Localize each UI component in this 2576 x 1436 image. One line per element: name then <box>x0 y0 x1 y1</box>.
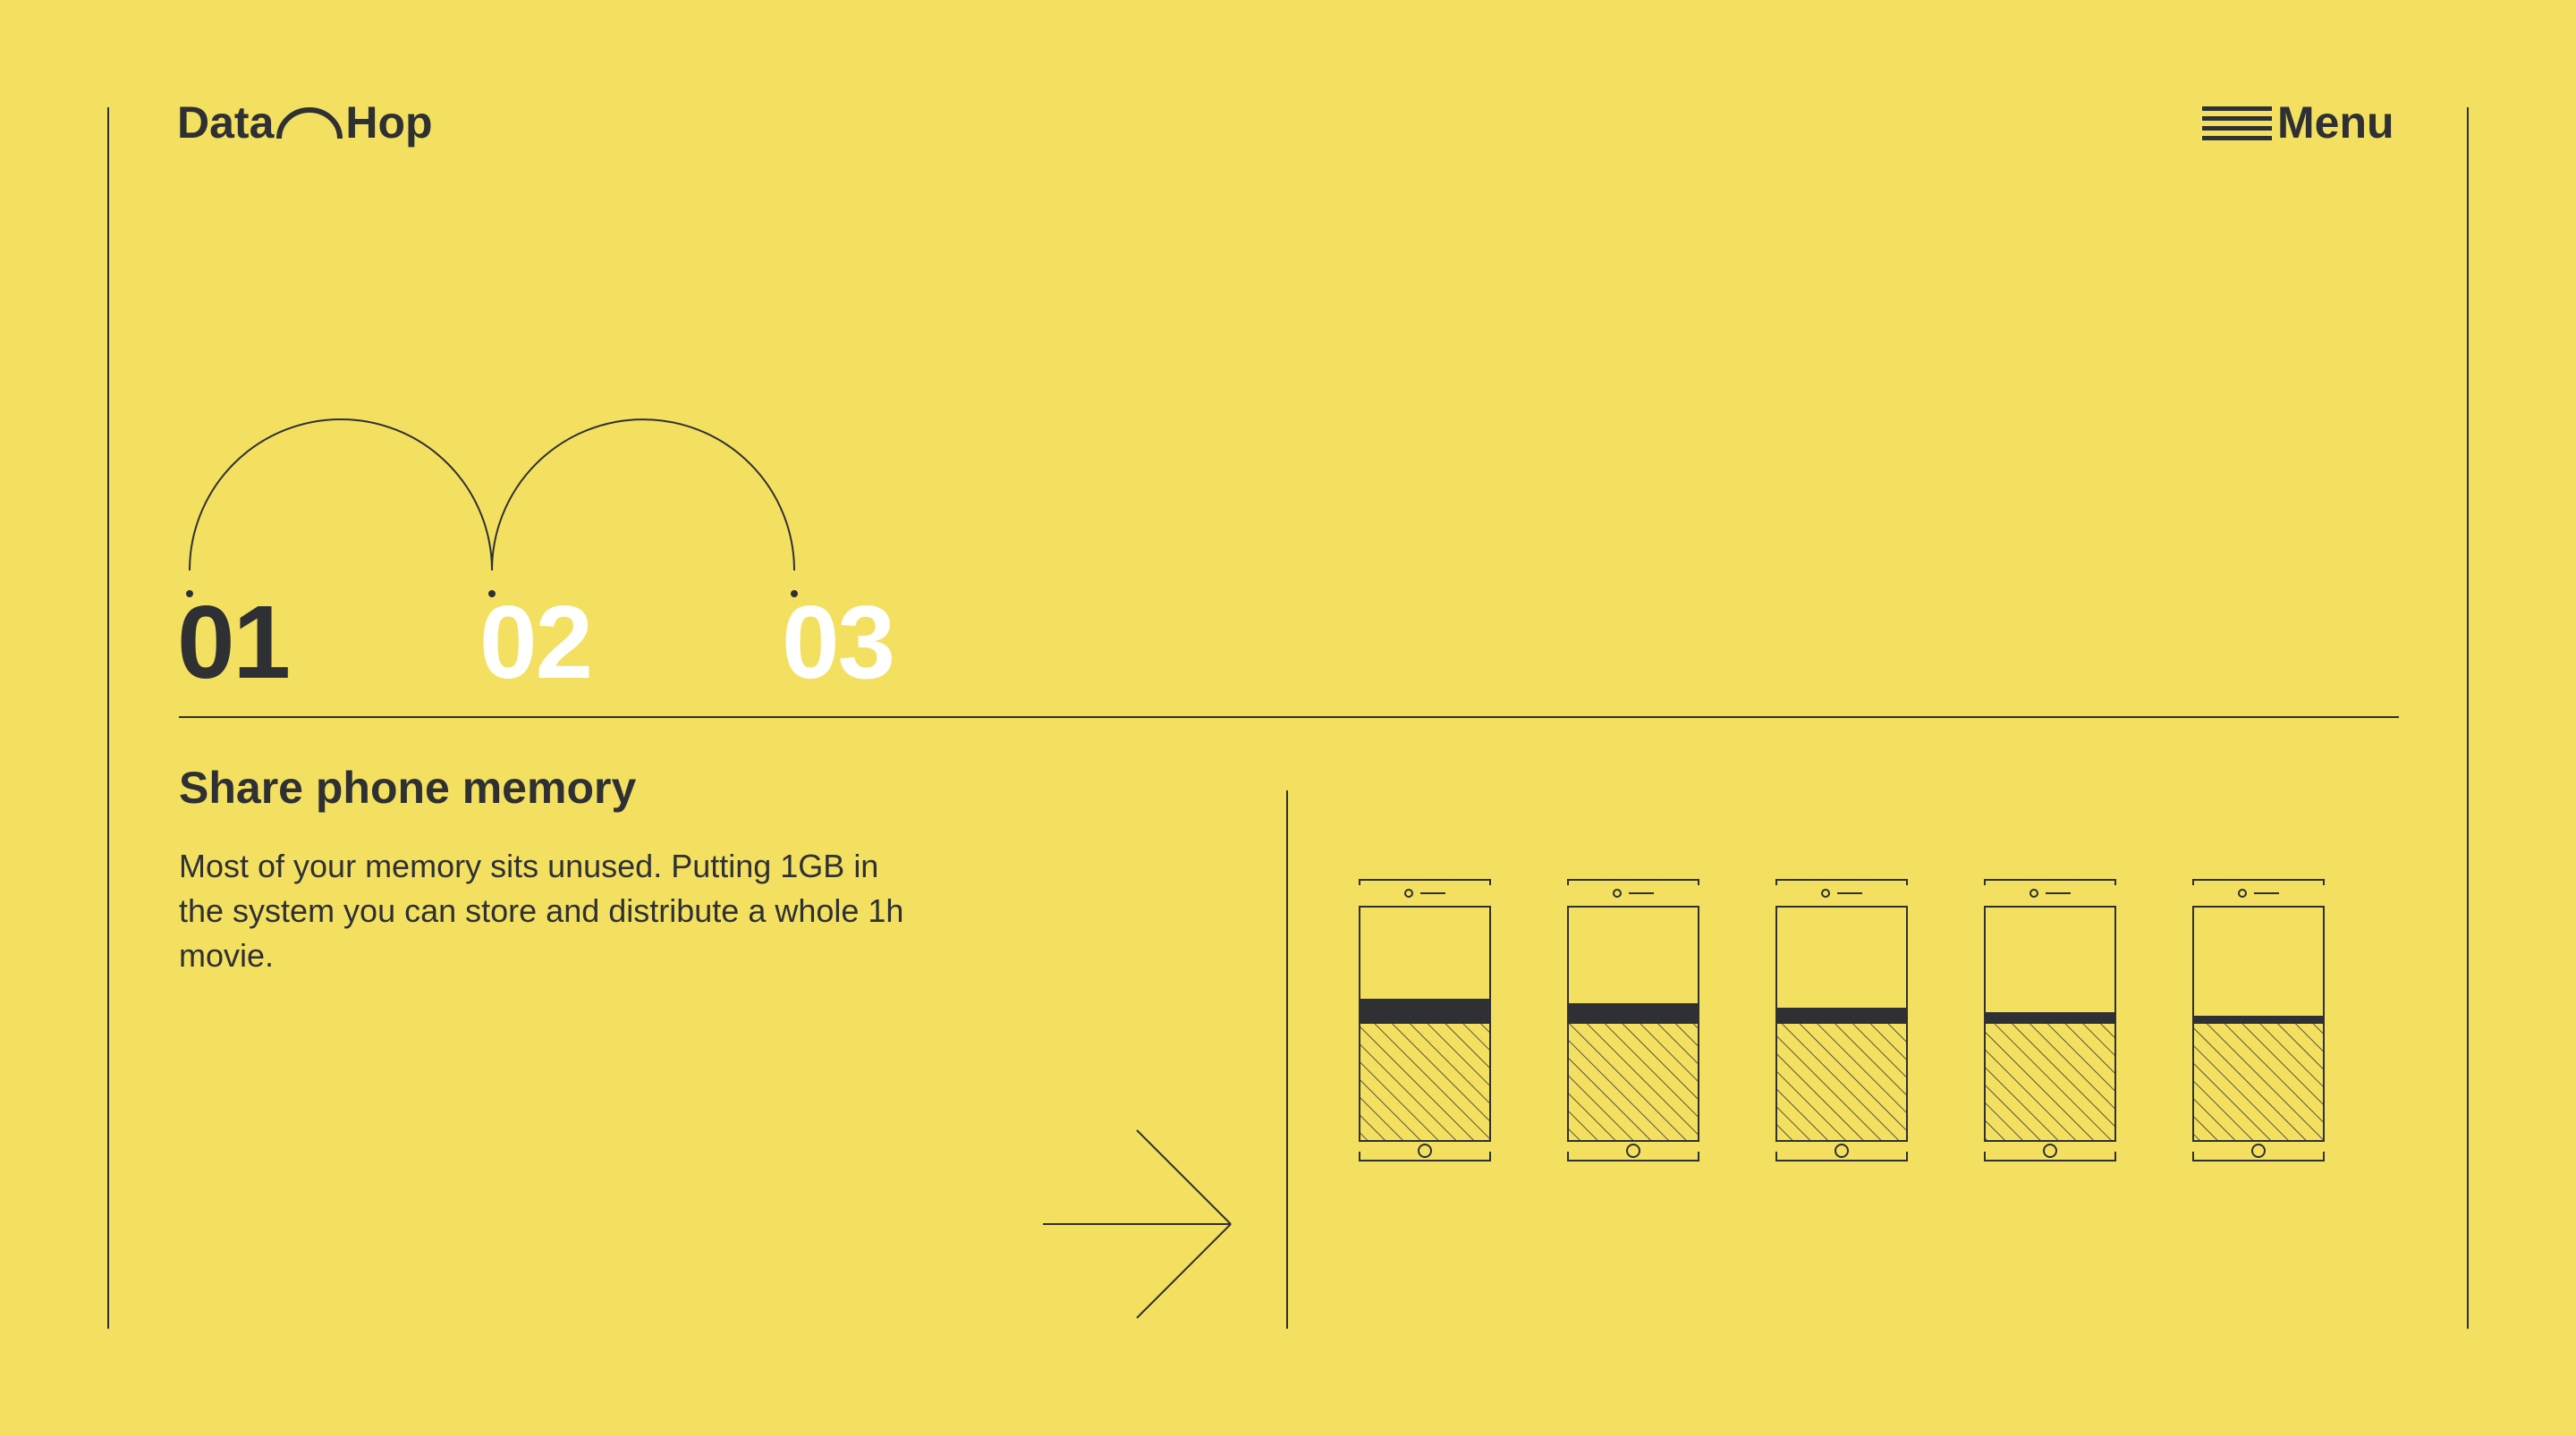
phone-home-button <box>1626 1144 1640 1158</box>
phone-1 <box>1359 879 1491 1161</box>
phone-camera <box>1404 889 1413 898</box>
step-1[interactable]: 01 <box>177 590 291 694</box>
phone-shared-memory-bar <box>1360 999 1490 1023</box>
step-connector-arcs <box>186 418 798 597</box>
phone-storage-hatched <box>1359 1022 1491 1142</box>
phone-top-edge <box>1775 879 1908 885</box>
phone-home-button <box>2043 1144 2057 1158</box>
logo-text-right: Hop <box>345 97 433 148</box>
phone-5 <box>2192 879 2325 1161</box>
phone-top-edge <box>1984 879 2116 885</box>
phone-top-edge <box>2192 879 2325 885</box>
phone-camera <box>1613 889 1622 898</box>
phone-2 <box>1567 879 1699 1161</box>
menu-label: Menu <box>2277 97 2394 148</box>
phone-shared-memory-bar <box>1776 1008 1907 1023</box>
phone-4 <box>1984 879 2116 1161</box>
phone-storage-hatched <box>1567 1022 1699 1142</box>
phone-3 <box>1775 879 1908 1161</box>
phone-storage-hatched <box>2192 1022 2325 1142</box>
phone-top-edge <box>1567 879 1699 885</box>
phone-top-edge <box>1359 879 1491 885</box>
next-arrow-icon[interactable] <box>1041 1127 1238 1320</box>
phone-storage-hatched <box>1984 1022 2116 1142</box>
phone-shared-memory-bar <box>2193 1016 2324 1023</box>
logo-text-left: Data <box>177 97 275 148</box>
phones-illustration <box>1359 879 2325 1161</box>
phone-home-button <box>1418 1144 1432 1158</box>
steps-divider-line <box>179 716 2399 718</box>
right-border-line <box>2467 107 2469 1329</box>
menu-button[interactable]: Menu <box>2202 97 2394 148</box>
phone-camera <box>2029 889 2038 898</box>
step-title: Share phone memory <box>179 763 637 813</box>
phone-home-button <box>2251 1144 2266 1158</box>
phone-camera <box>1821 889 1830 898</box>
content-divider-line <box>1286 790 1288 1329</box>
step-3[interactable]: 03 <box>782 590 895 694</box>
phone-storage-hatched <box>1775 1022 1908 1142</box>
step-description: Most of your memory sits unused. Putting… <box>179 848 904 974</box>
phone-camera <box>2238 889 2247 898</box>
step-2[interactable]: 02 <box>479 590 593 694</box>
arch-icon <box>276 107 343 139</box>
phone-shared-memory-bar <box>1568 1003 1699 1023</box>
hamburger-icon <box>2202 106 2272 140</box>
left-border-line <box>107 107 109 1329</box>
brand-logo[interactable]: Data Hop <box>177 97 433 148</box>
phone-shared-memory-bar <box>1985 1012 2115 1023</box>
phone-home-button <box>1835 1144 1849 1158</box>
